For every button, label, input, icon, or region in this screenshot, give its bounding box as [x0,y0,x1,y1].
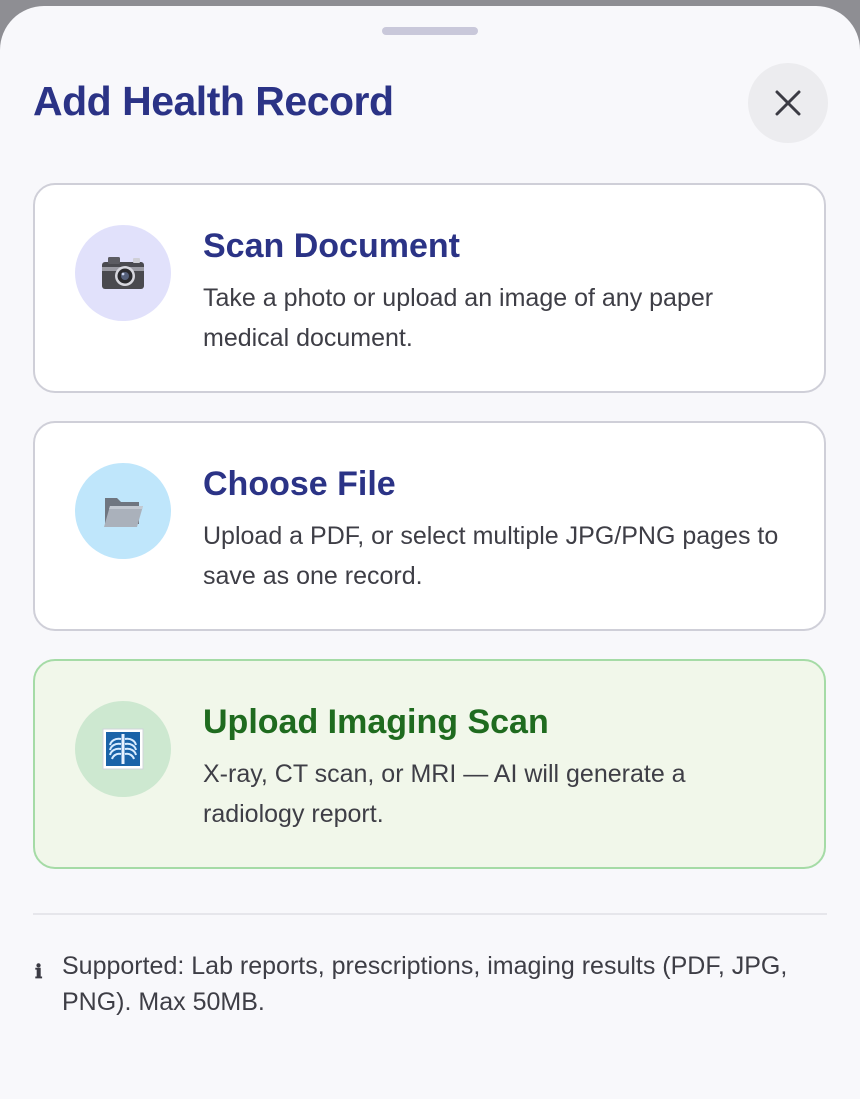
scan-document-title: Scan Document [203,227,460,265]
imaging-icon-container [75,701,171,797]
scan-icon-container [75,225,171,321]
supported-formats-note: Supported: Lab reports, prescriptions, i… [62,952,788,1016]
upload-imaging-description: X-ray, CT scan, or MRI — AI will generat… [203,760,686,828]
camera-icon [102,257,144,289]
sheet-grabber[interactable] [382,27,478,35]
divider [33,913,827,915]
choose-file-title: Choose File [203,465,396,503]
choose-file-description: Upload a PDF, or select multiple JPG/PNG… [203,522,779,590]
add-record-sheet: Add Health Record Scan Document Take a p… [0,6,860,1099]
close-button[interactable] [748,63,828,143]
scan-document-description: Take a photo or upload an image of any p… [203,284,714,352]
sheet-title: Add Health Record [33,78,394,124]
xray-icon [102,728,144,770]
close-icon [775,90,801,116]
upload-imaging-option[interactable]: Upload Imaging Scan X-ray, CT scan, or M… [33,659,826,869]
info-icon: ℹ [35,961,43,983]
choose-file-option[interactable]: Choose File Upload a PDF, or select mult… [33,421,826,631]
file-icon-container [75,463,171,559]
scan-document-option[interactable]: Scan Document Take a photo or upload an … [33,183,826,393]
upload-imaging-title: Upload Imaging Scan [203,703,549,741]
folder-icon [104,498,143,527]
